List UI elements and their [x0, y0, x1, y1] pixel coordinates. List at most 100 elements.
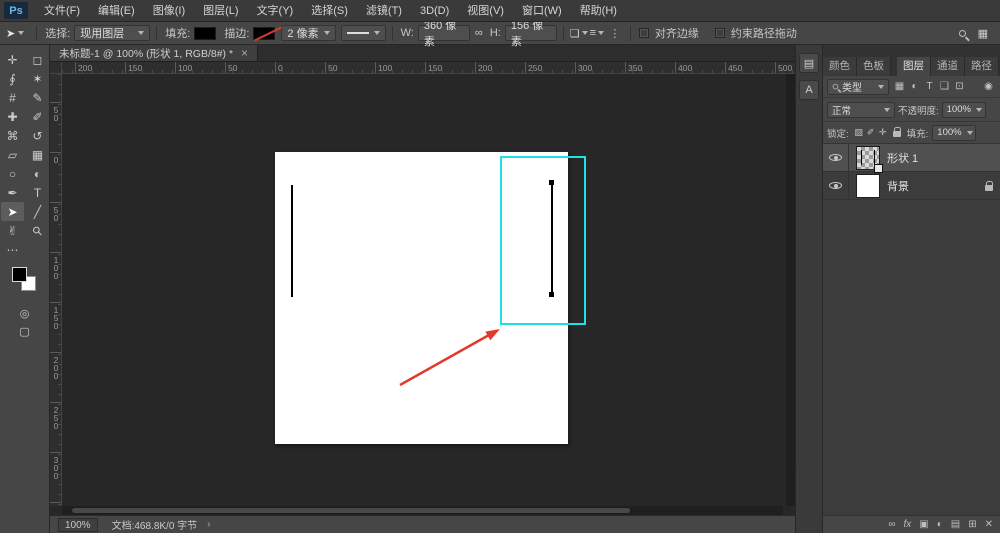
lock-position-icon[interactable]: ✛: [877, 127, 889, 138]
path-operations-button[interactable]: ❏: [570, 25, 588, 41]
pixel-layer-filter-icon[interactable]: ▦: [892, 79, 907, 95]
screen-mode-icon[interactable]: ▢: [19, 325, 29, 338]
layer-fill-dropdown[interactable]: 100%: [932, 124, 977, 141]
menu-item-1[interactable]: 编辑(E): [89, 0, 144, 22]
menu-item-0[interactable]: 文件(F): [35, 0, 89, 22]
menu-item-9[interactable]: 窗口(W): [513, 0, 571, 22]
history-brush-tool[interactable]: ↺: [26, 126, 49, 145]
document-tab-bar: 未标题-1 @ 100% (形状 1, RGB/8#) * ×: [50, 45, 795, 62]
blend-mode-dropdown[interactable]: 正常: [827, 101, 895, 118]
panel-tab-channels[interactable]: 通道: [931, 57, 965, 76]
eyedropper-tool[interactable]: ✎: [26, 88, 49, 107]
menu-item-7[interactable]: 3D(D): [411, 0, 458, 22]
zoom-level-field[interactable]: 100%: [58, 517, 98, 532]
search-icon[interactable]: [958, 29, 966, 37]
layer-fill-value: 100%: [937, 127, 962, 138]
character-panel-icon[interactable]: A: [799, 80, 819, 100]
type-tool[interactable]: T: [26, 183, 49, 202]
layer-visibility-toggle[interactable]: [823, 171, 849, 200]
move-tool-icon: ✛: [7, 52, 18, 67]
shape-layer-filter-icon[interactable]: ❏: [937, 79, 952, 95]
eraser-tool[interactable]: ▱: [1, 145, 24, 164]
document-viewport[interactable]: [62, 74, 783, 506]
path-arrangement-button[interactable]: ⋮: [606, 25, 624, 41]
marquee-tool[interactable]: ◻: [26, 50, 49, 69]
type-layer-filter-icon[interactable]: T: [922, 79, 937, 95]
zoom-tool[interactable]: ⚲: [26, 221, 49, 240]
layer-filter-type-dropdown[interactable]: 类型: [827, 78, 889, 95]
align-edges-checkbox[interactable]: [638, 28, 649, 38]
new-adjustment-layer-icon[interactable]: ◐: [937, 517, 943, 533]
panel-tab-paths[interactable]: 路径: [965, 57, 999, 76]
path-selection-tool-icon: ➤: [6, 27, 16, 40]
quick-mask-icon[interactable]: ◎: [20, 307, 30, 320]
panel-tab-color[interactable]: 颜色: [823, 57, 857, 76]
dodge-tool[interactable]: ◐: [26, 164, 49, 183]
quick-selection-tool[interactable]: ✶: [26, 69, 49, 88]
ruler-tick: [325, 62, 326, 73]
menu-item-6[interactable]: 滤镜(T): [357, 0, 411, 22]
horizontal-scrollbar-thumb[interactable]: [71, 507, 631, 514]
menu-item-3[interactable]: 图层(L): [194, 0, 247, 22]
clone-stamp-tool[interactable]: ⌘: [1, 126, 24, 145]
layer-row-0[interactable]: 形状 1: [823, 144, 1000, 173]
status-expand-icon[interactable]: ›: [207, 519, 210, 530]
crop-tool[interactable]: #: [1, 88, 24, 107]
smart-object-filter-icon[interactable]: ⊡: [952, 79, 967, 95]
panel-tab-layers[interactable]: 图层: [897, 57, 931, 76]
layer-filter-toggle-icon[interactable]: ◉: [981, 79, 996, 95]
layer-mask-icon[interactable]: ▣: [919, 517, 928, 533]
ruler-label: 200: [478, 63, 493, 73]
stroke-swatch[interactable]: [253, 26, 276, 40]
new-layer-icon[interactable]: ⊞: [968, 517, 976, 533]
more-tools[interactable]: ⋯: [1, 240, 24, 259]
ruler-vertical[interactable]: 50 0 50 100 150 200 250 300 350: [50, 74, 62, 506]
menu-item-4[interactable]: 文字(Y): [248, 0, 303, 22]
lasso-tool[interactable]: ∮: [1, 69, 24, 88]
brush-tool[interactable]: ✐: [26, 107, 49, 126]
menu-item-5[interactable]: 选择(S): [302, 0, 357, 22]
move-tool[interactable]: ✛: [1, 50, 24, 69]
menu-item-2[interactable]: 图像(I): [144, 0, 194, 22]
vertical-scrollbar[interactable]: [786, 74, 801, 506]
adjustment-layer-filter-icon[interactable]: ◐: [907, 79, 922, 95]
properties-panel-icon[interactable]: ▤: [799, 53, 819, 73]
blur-tool[interactable]: ○: [1, 164, 24, 183]
document-tab[interactable]: 未标题-1 @ 100% (形状 1, RGB/8#) * ×: [50, 45, 259, 61]
path-alignment-button[interactable]: ≡: [588, 25, 606, 41]
workspace-switcher-icon[interactable]: ▦: [978, 27, 988, 40]
constrain-path-drag-checkbox[interactable]: [714, 28, 725, 38]
layer-row-1[interactable]: 背景: [823, 171, 1000, 200]
horizontal-scrollbar[interactable]: [62, 506, 783, 515]
line-tool[interactable]: ╱: [26, 202, 49, 221]
fill-swatch[interactable]: [194, 26, 217, 40]
layer-group-icon[interactable]: ▤: [951, 517, 960, 533]
stroke-style-dropdown[interactable]: [340, 25, 386, 41]
foreground-color-swatch[interactable]: [11, 267, 27, 282]
lock-pixels-icon[interactable]: ✐: [865, 127, 877, 138]
tool-preset-button[interactable]: ➤: [0, 27, 30, 40]
menu-item-10[interactable]: 帮助(H): [571, 0, 626, 22]
gradient-tool[interactable]: ▦: [26, 145, 49, 164]
layer-visibility-toggle[interactable]: [823, 144, 849, 172]
link-layers-icon[interactable]: ∞: [888, 517, 895, 533]
ruler-origin-corner[interactable]: [50, 62, 62, 74]
ruler-horizontal[interactable]: 200 150 100 50 0 50 100 150 200 250 300 350 400 450 50…: [62, 62, 795, 74]
healing-brush-tool[interactable]: ✚: [1, 107, 24, 126]
height-input[interactable]: 156 像素: [504, 20, 557, 48]
width-input[interactable]: 360 像素: [417, 20, 470, 48]
close-icon[interactable]: ×: [241, 47, 248, 59]
stroke-width-dropdown[interactable]: 2 像素: [281, 25, 336, 41]
lock-all-icon[interactable]: [892, 126, 901, 137]
opacity-dropdown[interactable]: 100%: [941, 101, 986, 118]
path-selection-tool[interactable]: ➤: [1, 202, 24, 221]
select-mode-dropdown[interactable]: 现用图层: [74, 25, 151, 41]
pen-tool[interactable]: ✒: [1, 183, 24, 202]
menu-item-8[interactable]: 视图(V): [458, 0, 513, 22]
lock-transparency-icon[interactable]: ▨: [853, 127, 865, 138]
layer-effects-icon[interactable]: fx: [903, 517, 911, 533]
panel-tab-swatches[interactable]: 色板: [857, 57, 891, 76]
delete-layer-icon[interactable]: ✕: [985, 517, 993, 533]
hand-tool[interactable]: ✌: [1, 221, 24, 240]
link-dimensions-icon[interactable]: ∞: [470, 25, 488, 41]
